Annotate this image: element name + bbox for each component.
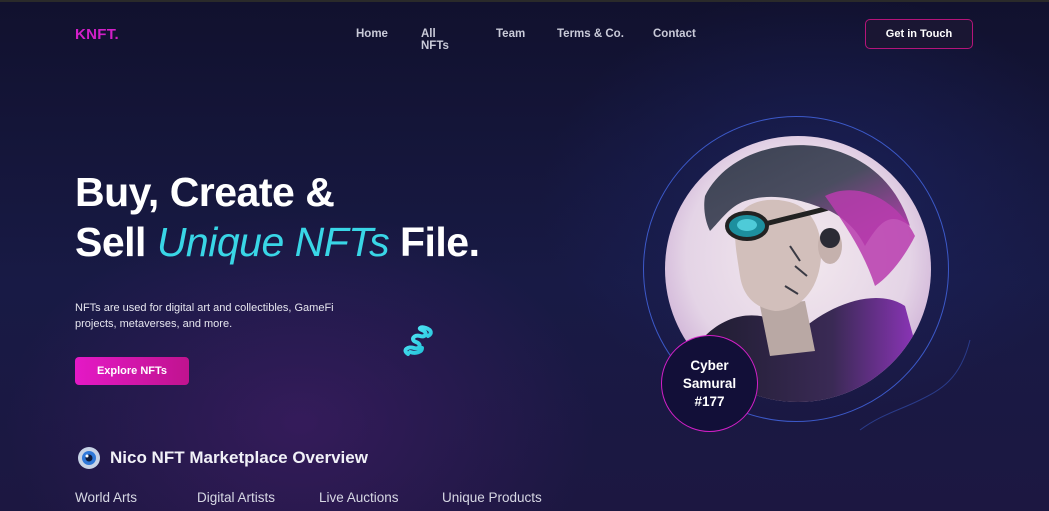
hero-title-sell: Sell [75,219,157,265]
overview-title: Nico NFT Marketplace Overview [110,448,368,467]
badge-name-line2: Samural [682,375,737,391]
get-in-touch-button[interactable]: Get in Touch [865,19,973,49]
nav-team[interactable]: Team [496,28,525,40]
featured-nft-badge[interactable]: Cyber Samural #177 [661,335,758,432]
nav-all-nfts[interactable]: All NFTs [421,28,449,52]
stat-unique-products: Unique Products [442,490,542,505]
nav-contact[interactable]: Contact [653,28,696,40]
nav-terms[interactable]: Terms & Co. [557,28,624,40]
hero-title-line1: Buy, Create & [75,169,335,215]
badge-number: #177 [694,393,725,409]
logo[interactable]: KNFT. [75,26,119,43]
stat-live-auctions: Live Auctions [319,490,399,505]
badge-name-line1: Cyber [690,357,729,373]
eye-icon [78,447,100,469]
window-top-border [0,0,1049,2]
hero-title-accent: Unique NFTs [156,219,390,265]
hero-title-line2: Sell Unique NFTs File. [75,217,480,267]
hero-title: Buy, Create & Sell Unique NFTs File. [75,167,480,267]
hero-description: NFTs are used for digital art and collec… [75,302,334,330]
stat-digital-artists: Digital Artists [197,490,276,505]
spring-icon [403,325,433,356]
stat-world-arts: World Arts [75,490,138,505]
explore-nfts-button[interactable]: Explore NFTs [75,357,189,385]
hero-title-file: File. [389,219,480,265]
nav-home[interactable]: Home [356,28,388,40]
